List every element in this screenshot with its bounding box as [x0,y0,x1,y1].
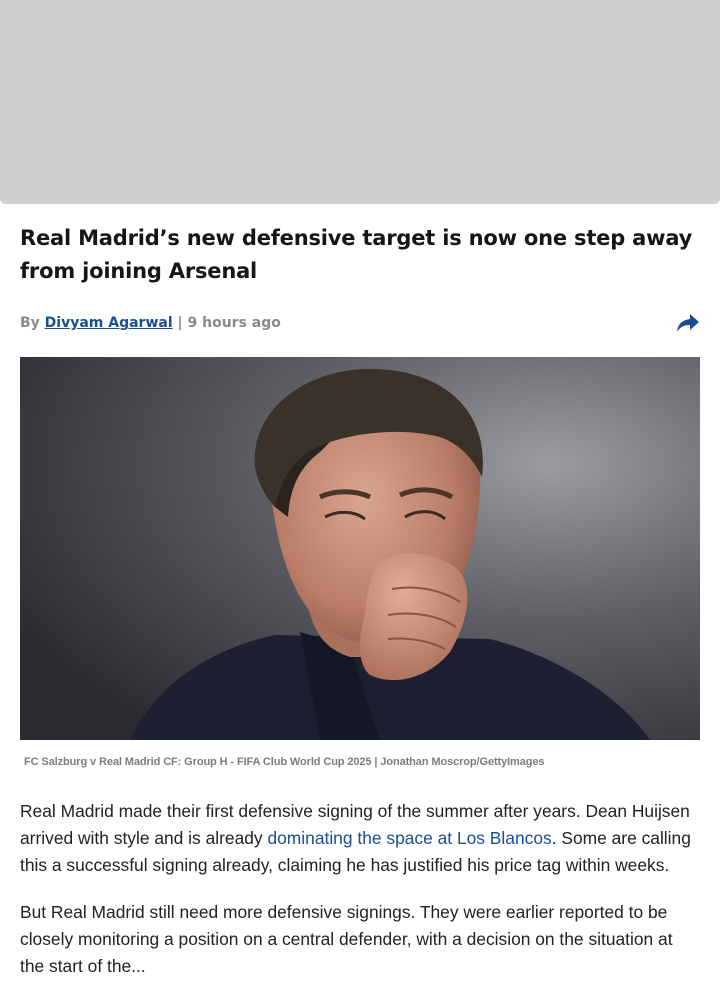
byline-separator: | [172,315,188,331]
share-arrow-icon [677,314,699,332]
image-caption: FC Salzburg v Real Madrid CF: Group H - … [24,756,545,768]
publish-time: 9 hours ago [187,315,281,331]
byline: By Divyam Agarwal | 9 hours ago [20,315,281,331]
byline-prefix: By [20,315,45,331]
paragraph-2: But Real Madrid still need more defensiv… [20,902,673,976]
coach-photo [20,357,700,740]
inline-link-los-blancos[interactable]: dominating the space at Los Blancos [267,828,551,848]
article: Real Madrid’s new defensive target is no… [20,222,700,976]
article-headline: Real Madrid’s new defensive target is no… [20,226,693,283]
author-link[interactable]: Divyam Agarwal [45,315,173,331]
article-hero-image [20,357,700,740]
share-button[interactable] [674,312,700,334]
ad-placeholder [0,0,720,204]
article-body: Real Madrid made their first defensive s… [20,798,700,1000]
byline-row: By Divyam Agarwal | 9 hours ago [20,312,700,334]
paragraph-1: Real Madrid made their first defensive s… [20,798,700,879]
